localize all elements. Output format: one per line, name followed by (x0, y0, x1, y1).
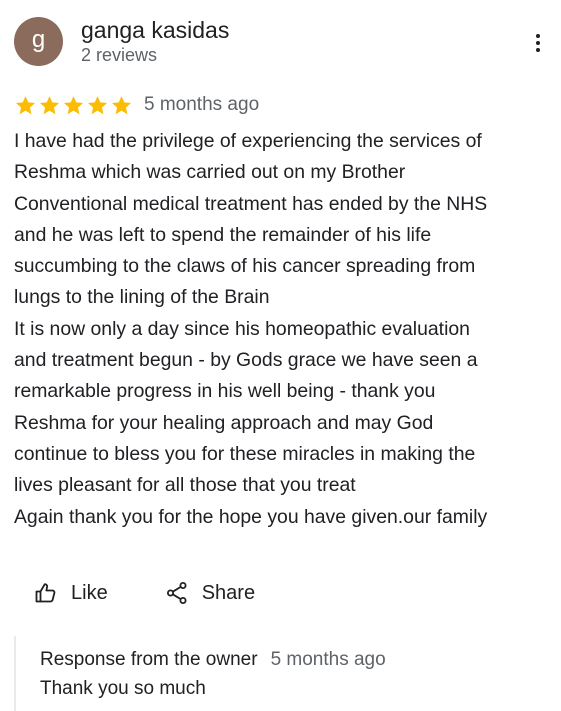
share-button[interactable]: Share (164, 580, 255, 606)
share-icon (164, 580, 190, 606)
review-text-line: I have had the privilege of experiencing… (14, 130, 482, 152)
review-text-line: lungs to the lining of the Brain (14, 286, 270, 309)
avatar-initial: g (31, 26, 46, 53)
review-text-line: Again thank you for the hope you have gi… (14, 505, 488, 528)
share-label: Share (201, 581, 256, 604)
review-text-line: lives pleasant for all those that you tr… (14, 474, 356, 497)
review-text-line: Conventional medical treatment has ended… (14, 192, 488, 215)
review-header: g ganga kasidas 2 reviews (14, 17, 549, 67)
star-icon (62, 94, 85, 117)
owner-response-text: Thank you so much (40, 678, 206, 699)
owner-response-title: Response from the owner (40, 649, 258, 670)
review-text-line: remarkable progress in his well being - … (14, 380, 436, 403)
review-actions: Like Share (33, 578, 255, 608)
more-vert-icon (536, 34, 540, 38)
star-rating (14, 94, 133, 117)
review-text-line: and treatment begun - by Gods grace we h… (14, 349, 478, 372)
star-icon (110, 94, 133, 117)
star-icon (86, 94, 109, 117)
review-text-line: Reshma for your healing approach and may… (14, 411, 434, 434)
review-text-line: and he was left to spend the remainder o… (14, 223, 432, 246)
review-card: g ganga kasidas 2 reviews 5 months ago I… (0, 0, 561, 711)
review-date: 5 months ago (144, 94, 260, 115)
author-name[interactable]: ganga kasidas (81, 17, 229, 43)
owner-response-date: 5 months ago (270, 649, 386, 670)
rating-row: 5 months ago (14, 92, 259, 118)
more-options-button[interactable] (531, 31, 545, 55)
like-label: Like (71, 581, 108, 604)
thumb-up-icon (33, 580, 59, 606)
author-review-count[interactable]: 2 reviews (81, 44, 157, 66)
like-button[interactable]: Like (33, 580, 108, 606)
review-text-line: It is now only a day since his homeopath… (14, 317, 470, 340)
owner-response: Response from the owner 5 months ago Tha… (14, 636, 554, 711)
review-text-line: succumbing to the claws of his cancer sp… (14, 255, 476, 278)
star-icon (38, 94, 61, 117)
review-text-line: continue to bless you for these miracles… (14, 442, 476, 465)
review-text: I have had the privilege of experiencing… (14, 126, 554, 533)
review-text-line: Reshma which was carried out on my Broth… (14, 161, 406, 184)
avatar[interactable]: g (14, 17, 63, 66)
star-icon (14, 94, 37, 117)
owner-response-header: Response from the owner 5 months ago (40, 649, 554, 671)
